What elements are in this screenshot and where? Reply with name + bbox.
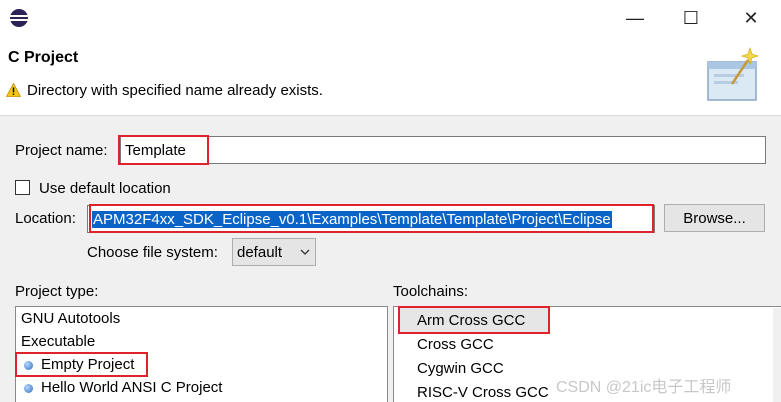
project-type-label: Project type:	[15, 283, 99, 300]
title-bar: — ☐ ✕	[0, 0, 781, 36]
highlight-box-project-name	[118, 135, 209, 165]
project-name-label: Project name:	[15, 142, 108, 159]
project-type-item[interactable]: GNU Autotools	[21, 310, 120, 327]
project-type-item[interactable]: Executable	[21, 333, 95, 350]
file-system-label: Choose file system:	[87, 244, 218, 261]
use-default-location-label: Use default location	[39, 180, 171, 197]
toolchain-item[interactable]: Cygwin GCC	[417, 360, 504, 377]
browse-button[interactable]: Browse...	[664, 204, 765, 232]
location-label: Location:	[15, 210, 76, 227]
watermark: CSDN @21ic电子工程师	[556, 379, 732, 396]
chevron-down-icon	[300, 249, 310, 255]
highlight-box-arm-cross-gcc	[398, 306, 550, 334]
page-title: C Project	[8, 49, 79, 66]
minimize-button[interactable]: —	[612, 0, 658, 36]
toolchain-item[interactable]: RISC-V Cross GCC	[417, 384, 549, 401]
status-message: Directory with specified name already ex…	[27, 82, 323, 99]
eclipse-app-icon	[10, 9, 28, 27]
toolchains-label: Toolchains:	[393, 283, 469, 300]
highlight-box-location	[89, 204, 654, 233]
toolchain-item[interactable]: Cross GCC	[417, 336, 494, 353]
warning-icon	[6, 83, 21, 97]
toolchains-scrollbar[interactable]	[773, 308, 781, 402]
project-type-item[interactable]: Hello World ANSI C Project	[41, 379, 222, 396]
file-system-value: default	[237, 244, 283, 261]
project-name-input[interactable]: Template	[120, 136, 766, 164]
use-default-location-checkbox[interactable]	[15, 180, 30, 195]
file-system-select[interactable]: default	[232, 238, 316, 266]
wizard-banner: C Project Directory with specified name …	[0, 36, 781, 116]
maximize-button[interactable]: ☐	[668, 0, 714, 36]
close-button[interactable]: ✕	[728, 0, 774, 36]
bullet-icon	[24, 384, 33, 393]
new-project-wizard-icon	[707, 47, 759, 101]
highlight-box-empty-project	[15, 352, 148, 377]
